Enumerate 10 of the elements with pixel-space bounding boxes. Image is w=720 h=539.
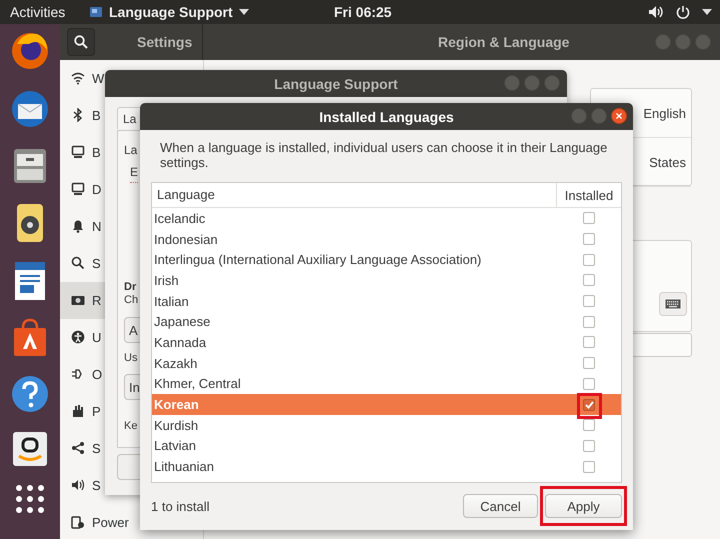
use-label: Us	[124, 352, 138, 364]
window-title: Language Support	[274, 76, 398, 92]
keyboard-label: Ke	[124, 420, 138, 432]
window-title: Installed Languages	[319, 108, 454, 124]
drag-hint: Ch	[124, 294, 138, 306]
drag-title: Dr	[124, 281, 136, 293]
panel-title: Region & Language	[438, 34, 570, 50]
section-label: La	[124, 143, 138, 157]
window-title: Settings	[137, 34, 192, 50]
status-text: 1 to install	[151, 498, 210, 514]
